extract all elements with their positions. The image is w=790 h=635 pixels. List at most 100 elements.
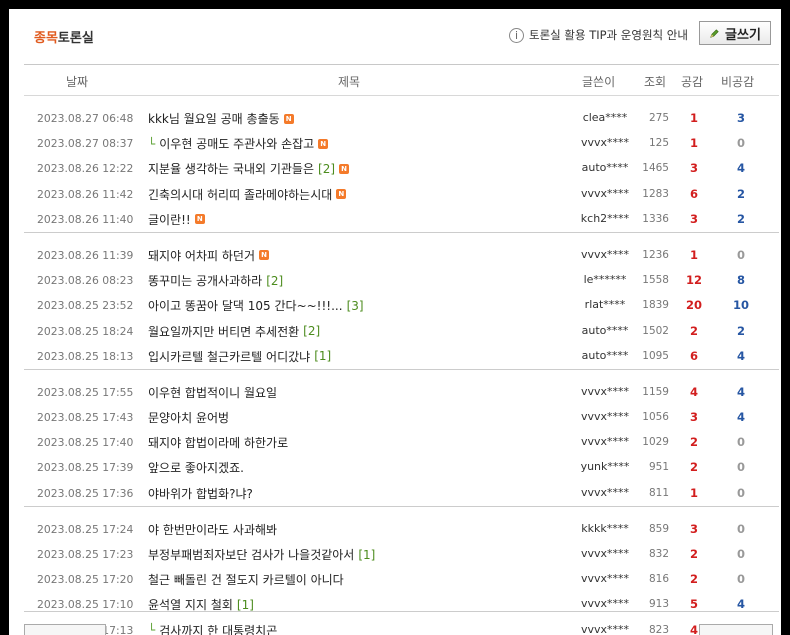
write-button-label: 글쓰기 [725, 27, 761, 43]
post-title-link[interactable]: 부정부패범죄자보단 검사가 나을것같아서 [1] [148, 546, 375, 563]
info-circle-icon: i [509, 27, 524, 43]
post-title-text: 앞으로 좋아지겠죠. [148, 461, 244, 476]
new-badge-icon: N [194, 214, 205, 225]
post-views: 1056 [642, 411, 669, 424]
bottom-left-button[interactable] [24, 624, 106, 635]
post-title-text: 철근 빼돌린 건 절도지 카르텔이 아니다 [148, 573, 344, 588]
new-badge-icon: N [318, 138, 329, 149]
post-author[interactable]: vvvx**** [576, 435, 634, 448]
tip-text: 토론실 활용 TIP과 운영원칙 안내 [529, 28, 688, 42]
post-title-link[interactable]: 철근 빼돌린 건 절도지 카르텔이 아니다 [148, 571, 344, 588]
post-title-link[interactable]: 똥꾸미는 공개사과하라 [2] [148, 272, 283, 289]
post-title-link[interactable]: 돼지야 어차피 하던거 N [148, 247, 269, 264]
post-title-text: 긴축의시대 허리띠 졸라메야하는시대 [148, 187, 333, 202]
col-dislike: 비공감 [721, 75, 755, 89]
post-author[interactable]: vvvx**** [576, 187, 634, 200]
post-author[interactable]: le****** [576, 273, 634, 286]
post-title-link[interactable]: 이우현 합법적이니 월요일 [148, 384, 277, 401]
post-title-text: 똥꾸미는 공개사과하라 [148, 274, 263, 289]
post-title-link[interactable]: 지분율 생각하는 국내외 기관들은 [2] N [148, 160, 350, 177]
post-date: 2023.08.25 17:36 [37, 486, 134, 500]
post-author[interactable]: yunk**** [576, 460, 634, 473]
table-row: 2023.08.25 17:39 앞으로 좋아지겠죠. yunk**** 951 2 0 [24, 455, 779, 480]
post-author[interactable]: auto**** [576, 161, 634, 174]
post-author[interactable]: vvvx**** [576, 136, 634, 149]
post-dislike-count: 2 [736, 211, 745, 226]
post-author[interactable]: vvvx**** [576, 486, 634, 499]
table-row: 2023.08.26 11:42 긴축의시대 허리띠 졸라메야하는시대 Nvvvx*… [24, 182, 779, 207]
post-like-count: 3 [689, 161, 698, 176]
post-like-count: 1 [689, 247, 698, 262]
post-like-count: 12 [685, 273, 702, 288]
post-like-count: 2 [689, 572, 698, 587]
post-dislike-count: 10 [732, 298, 749, 313]
table-row: 2023.08.25 23:52 아이고 똥꿈아 달댁 105 간다~~!!!..… [24, 293, 779, 318]
post-dislike-count: 4 [736, 384, 745, 399]
post-author[interactable]: kkkk**** [576, 522, 634, 535]
post-title-text: 검사까지 한 대통령치곤 [159, 623, 278, 635]
post-dislike-count: 4 [736, 348, 745, 363]
post-views: 1029 [642, 436, 669, 449]
post-date: 2023.08.25 17:20 [37, 573, 134, 587]
post-like-count: 5 [689, 597, 698, 612]
comment-count: [1] [236, 597, 254, 612]
post-title-text: 이우현 합법적이니 월요일 [148, 385, 278, 400]
post-title-text: kkk님 월요일 공매 총출동 [148, 112, 280, 126]
post-author[interactable]: vvvx**** [576, 410, 634, 423]
table-row: 2023.08.26 11:39 돼지야 어차피 하던거 Nvvvx**** 1236… [24, 243, 779, 268]
post-like-count: 3 [689, 410, 698, 425]
post-title-text: 입시카르텔 철근카르텔 어디갔냐 [148, 349, 311, 364]
post-author[interactable]: auto**** [576, 324, 634, 337]
post-title-link[interactable]: 야 한번만이라도 사과해봐 [148, 521, 277, 538]
post-title-link[interactable]: 월요일까지만 버티면 추세전환 [2] [148, 323, 320, 340]
post-title-text: 지분율 생각하는 국내외 기관들은 [148, 162, 315, 177]
post-date: 2023.08.25 17:43 [37, 411, 134, 425]
post-dislike-count: 4 [736, 161, 745, 176]
post-author[interactable]: kch2**** [576, 212, 634, 225]
new-badge-icon: N [259, 250, 269, 261]
post-title-link[interactable]: └ 이우현 공매도 주관사와 손잡고 N [148, 135, 329, 152]
post-title-link[interactable]: 앞으로 좋아지겠죠. [148, 459, 244, 476]
post-like-count: 1 [689, 485, 698, 500]
tip-link[interactable]: i 토론실 활용 TIP과 운영원칙 안내 [509, 25, 688, 45]
post-title-link[interactable]: └ 검사까지 한 대통령치곤 [148, 622, 277, 635]
post-title-link[interactable]: 문양아치 윤어벙 [148, 409, 229, 426]
post-author[interactable]: auto**** [576, 349, 634, 362]
post-title-text: 야 한번만이라도 사과해봐 [148, 522, 278, 537]
post-author[interactable]: vvvx**** [576, 572, 634, 585]
table-row: 2023.08.27 08:37 └ 이우현 공매도 주관사와 손잡고 Nvvvx**… [24, 131, 779, 156]
post-like-count: 1 [689, 136, 698, 151]
table-row: 2023.08.25 17:40 돼지야 합법이라메 하한가로 vvvx**** 10… [24, 430, 779, 455]
post-author[interactable]: vvvx**** [576, 623, 634, 635]
post-author[interactable]: clea**** [576, 111, 634, 124]
post-author[interactable]: rlat**** [576, 298, 634, 311]
post-title-link[interactable]: 긴축의시대 허리띠 졸라메야하는시대 N [148, 186, 347, 203]
post-title-link[interactable]: 글이란!! N [148, 211, 205, 228]
post-views: 816 [648, 573, 669, 586]
col-title: 제목 [338, 75, 361, 89]
post-title-link[interactable]: 입시카르텔 철근카르텔 어디갔냐 [1] [148, 348, 331, 365]
group-divider [24, 231, 779, 243]
post-title-link[interactable]: 아이고 똥꿈아 달댁 105 간다~~!!!... [3] [148, 297, 364, 314]
post-author[interactable]: vvvx**** [576, 385, 634, 398]
board-header: 종목토론실 i 토론실 활용 TIP과 운영원칙 안내 글쓰기 [9, 9, 781, 59]
post-title-link[interactable]: kkk님 월요일 공매 총출동 N [148, 110, 294, 127]
post-title-link[interactable]: 야바위가 합법화?냐? [148, 485, 253, 502]
post-author[interactable]: vvvx**** [576, 597, 634, 610]
post-title-link[interactable]: 돼지야 합법이라메 하한가로 [148, 434, 288, 451]
col-author: 글쓴이 [582, 75, 616, 89]
post-dislike-count: 0 [736, 136, 745, 151]
post-views: 1283 [642, 187, 669, 200]
post-date: 2023.08.25 17:55 [37, 385, 134, 399]
post-date: 2023.08.26 08:23 [37, 274, 134, 288]
post-like-count: 3 [689, 211, 698, 226]
post-author[interactable]: vvvx**** [576, 248, 634, 261]
post-date: 2023.08.25 17:10 [37, 598, 134, 612]
post-author[interactable]: vvvx**** [576, 547, 634, 560]
post-title-text: 문양아치 윤어벙 [148, 411, 230, 426]
post-like-count: 2 [689, 435, 698, 450]
post-table: 날짜 제목 글쓴이 조회 공감 비공감 2023.08.27 06:48 kkk님… [24, 64, 779, 635]
post-date: 2023.08.25 17:23 [37, 548, 134, 561]
write-button[interactable]: 글쓰기 [699, 21, 771, 45]
bottom-right-button[interactable] [699, 624, 773, 635]
